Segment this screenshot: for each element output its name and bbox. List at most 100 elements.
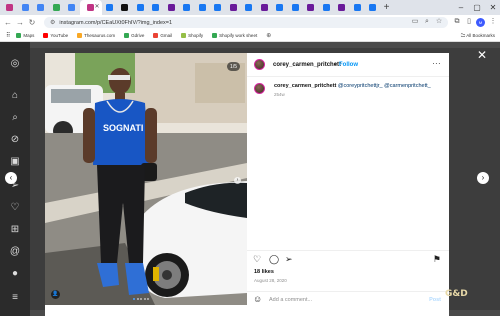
previous-post-button[interactable]: ‹ <box>5 172 17 184</box>
carousel-dot[interactable] <box>136 298 139 300</box>
browser-tab[interactable] <box>319 0 335 15</box>
emoji-icon[interactable]: ☺ <box>253 294 262 304</box>
browser-tab[interactable] <box>64 0 80 15</box>
bookmark-item[interactable]: Maps <box>16 33 34 38</box>
caption-avatar[interactable] <box>254 83 265 94</box>
next-post-button[interactable]: › <box>477 172 489 184</box>
photo-next-icon[interactable]: › <box>234 177 241 184</box>
create-icon[interactable]: ⊞ <box>9 224 21 236</box>
browser-tab[interactable] <box>241 0 257 15</box>
address-bar[interactable]: ⚙ instagram.com/p/CEaUXt0FhIV/?img_index… <box>44 17 448 28</box>
browser-tab[interactable] <box>2 0 18 15</box>
reels-icon[interactable]: ▣ <box>9 156 21 168</box>
bookmark-extra-icon[interactable]: ⊕ <box>266 32 271 39</box>
browser-tab[interactable] <box>210 0 226 15</box>
window-close-icon[interactable]: ✕ <box>486 0 500 15</box>
home-icon[interactable]: ⌂ <box>9 90 21 102</box>
bookmark-item[interactable]: Thesaurus.com <box>77 33 115 38</box>
caption-mentions[interactable]: @coreypritchettjr_ @carmenpritchett_ <box>338 83 431 89</box>
browser-tab[interactable] <box>365 0 381 15</box>
post-comment-button[interactable]: Post <box>429 297 441 303</box>
post-header: corey_carmen_pritchett • Follow ··· <box>247 53 449 77</box>
browser-tab[interactable] <box>288 0 304 15</box>
notifications-icon[interactable]: ♡ <box>9 202 21 214</box>
side-panel-icon[interactable]: ▯ <box>464 17 474 27</box>
more-options-icon[interactable]: ··· <box>432 59 441 68</box>
comment-icon[interactable]: ◯ <box>269 254 279 264</box>
share-icon[interactable]: ➢ <box>285 254 293 264</box>
browser-tab[interactable] <box>272 0 288 15</box>
save-icon[interactable]: ⚑ <box>433 254 441 264</box>
carousel-dot[interactable] <box>140 298 142 300</box>
like-count[interactable]: 18 likes <box>254 269 274 275</box>
browser-tab[interactable] <box>334 0 350 15</box>
author-username[interactable]: corey_carmen_pritchett <box>273 62 341 68</box>
tagged-user-icon[interactable]: 👤 <box>51 290 60 299</box>
post-details-panel: corey_carmen_pritchett • Follow ··· core… <box>247 53 449 316</box>
browser-tab[interactable] <box>257 0 273 15</box>
extensions-icon[interactable]: ⧉ <box>452 17 462 27</box>
instagram-logo-icon[interactable]: ◎ <box>9 58 21 70</box>
tab-close-icon[interactable]: ✕ <box>94 3 99 10</box>
reload-icon[interactable]: ↻ <box>26 18 38 27</box>
bookmark-item[interactable]: YouTube <box>43 33 68 38</box>
bookmark-item[interactable]: Gmail <box>153 33 172 38</box>
post-image: SOGNATI <box>45 53 247 305</box>
browser-tab[interactable] <box>148 0 164 15</box>
check-icon <box>260 4 268 11</box>
zoom-icon[interactable]: ⌕ <box>422 17 432 27</box>
menu-icon[interactable]: ⋮ <box>488 17 498 27</box>
follow-button[interactable]: Follow <box>339 62 358 68</box>
minimize-icon[interactable]: – <box>454 0 468 15</box>
browser-tab[interactable] <box>226 0 242 15</box>
post-modal: SOGNATI 1/5 › 👤 corey_carmen_pritchett •… <box>45 53 449 316</box>
browser-tab[interactable] <box>18 0 34 15</box>
threads-icon[interactable]: @ <box>9 246 21 258</box>
profile-avatar[interactable]: M <box>476 18 485 27</box>
bookmark-item[interactable]: Gdrive <box>124 33 144 38</box>
bookmark-item[interactable]: Shopify work sheet <box>212 33 257 38</box>
bookmark-item[interactable]: Shopify <box>181 33 203 38</box>
carousel-dot[interactable] <box>133 298 135 300</box>
bookmark-label: Thesaurus.com <box>84 33 116 38</box>
browser-tab[interactable] <box>33 0 49 15</box>
follow-separator: • <box>334 62 337 68</box>
carousel-dot[interactable] <box>143 298 146 300</box>
bookmark-favicon-icon <box>77 33 83 38</box>
check-icon <box>167 4 175 11</box>
bookmark-star-icon[interactable]: ☆ <box>434 17 444 27</box>
forward-icon[interactable]: → <box>14 18 26 27</box>
browser-tab[interactable] <box>117 0 133 15</box>
carousel-dot[interactable] <box>147 298 149 300</box>
explore-icon[interactable]: ⊘ <box>9 134 21 146</box>
author-avatar[interactable] <box>254 59 265 70</box>
comment-input[interactable]: Add a comment... <box>269 297 312 303</box>
apps-icon[interactable]: ⠿ <box>6 32 10 39</box>
new-tab-button[interactable]: + <box>381 0 393 15</box>
browser-tab[interactable] <box>303 0 319 15</box>
browser-tab[interactable] <box>49 0 65 15</box>
close-modal-icon[interactable]: ✕ <box>477 48 487 62</box>
profile-icon[interactable]: ● <box>9 268 21 280</box>
maximize-icon[interactable]: ▢ <box>470 0 484 15</box>
caption-username[interactable]: corey_carmen_pritchett <box>274 83 336 89</box>
browser-tab[interactable] <box>179 0 195 15</box>
photo-counter: 1/5 <box>227 62 240 71</box>
browser-tab[interactable] <box>102 0 118 15</box>
bookmark-label: Gdrive <box>131 33 145 38</box>
cast-icon[interactable]: ▭ <box>410 17 420 27</box>
browser-tab[interactable] <box>195 0 211 15</box>
like-icon[interactable]: ♡ <box>253 254 261 264</box>
all-bookmarks-button[interactable]: 🗀 All Bookmarks <box>461 30 495 42</box>
facebook-icon <box>136 4 144 11</box>
browser-tab[interactable] <box>164 0 180 15</box>
browser-tab[interactable] <box>350 0 366 15</box>
more-menu-icon[interactable]: ≡ <box>9 292 21 304</box>
facebook-icon <box>152 4 160 11</box>
search-icon[interactable]: ⌕ <box>9 112 21 124</box>
browser-tab[interactable]: ✕ <box>79 0 102 15</box>
site-info-icon[interactable]: ⚙ <box>50 19 55 26</box>
browser-tab[interactable] <box>133 0 149 15</box>
back-icon[interactable]: ← <box>2 18 14 27</box>
post-photo: SOGNATI 1/5 › 👤 <box>45 53 247 305</box>
